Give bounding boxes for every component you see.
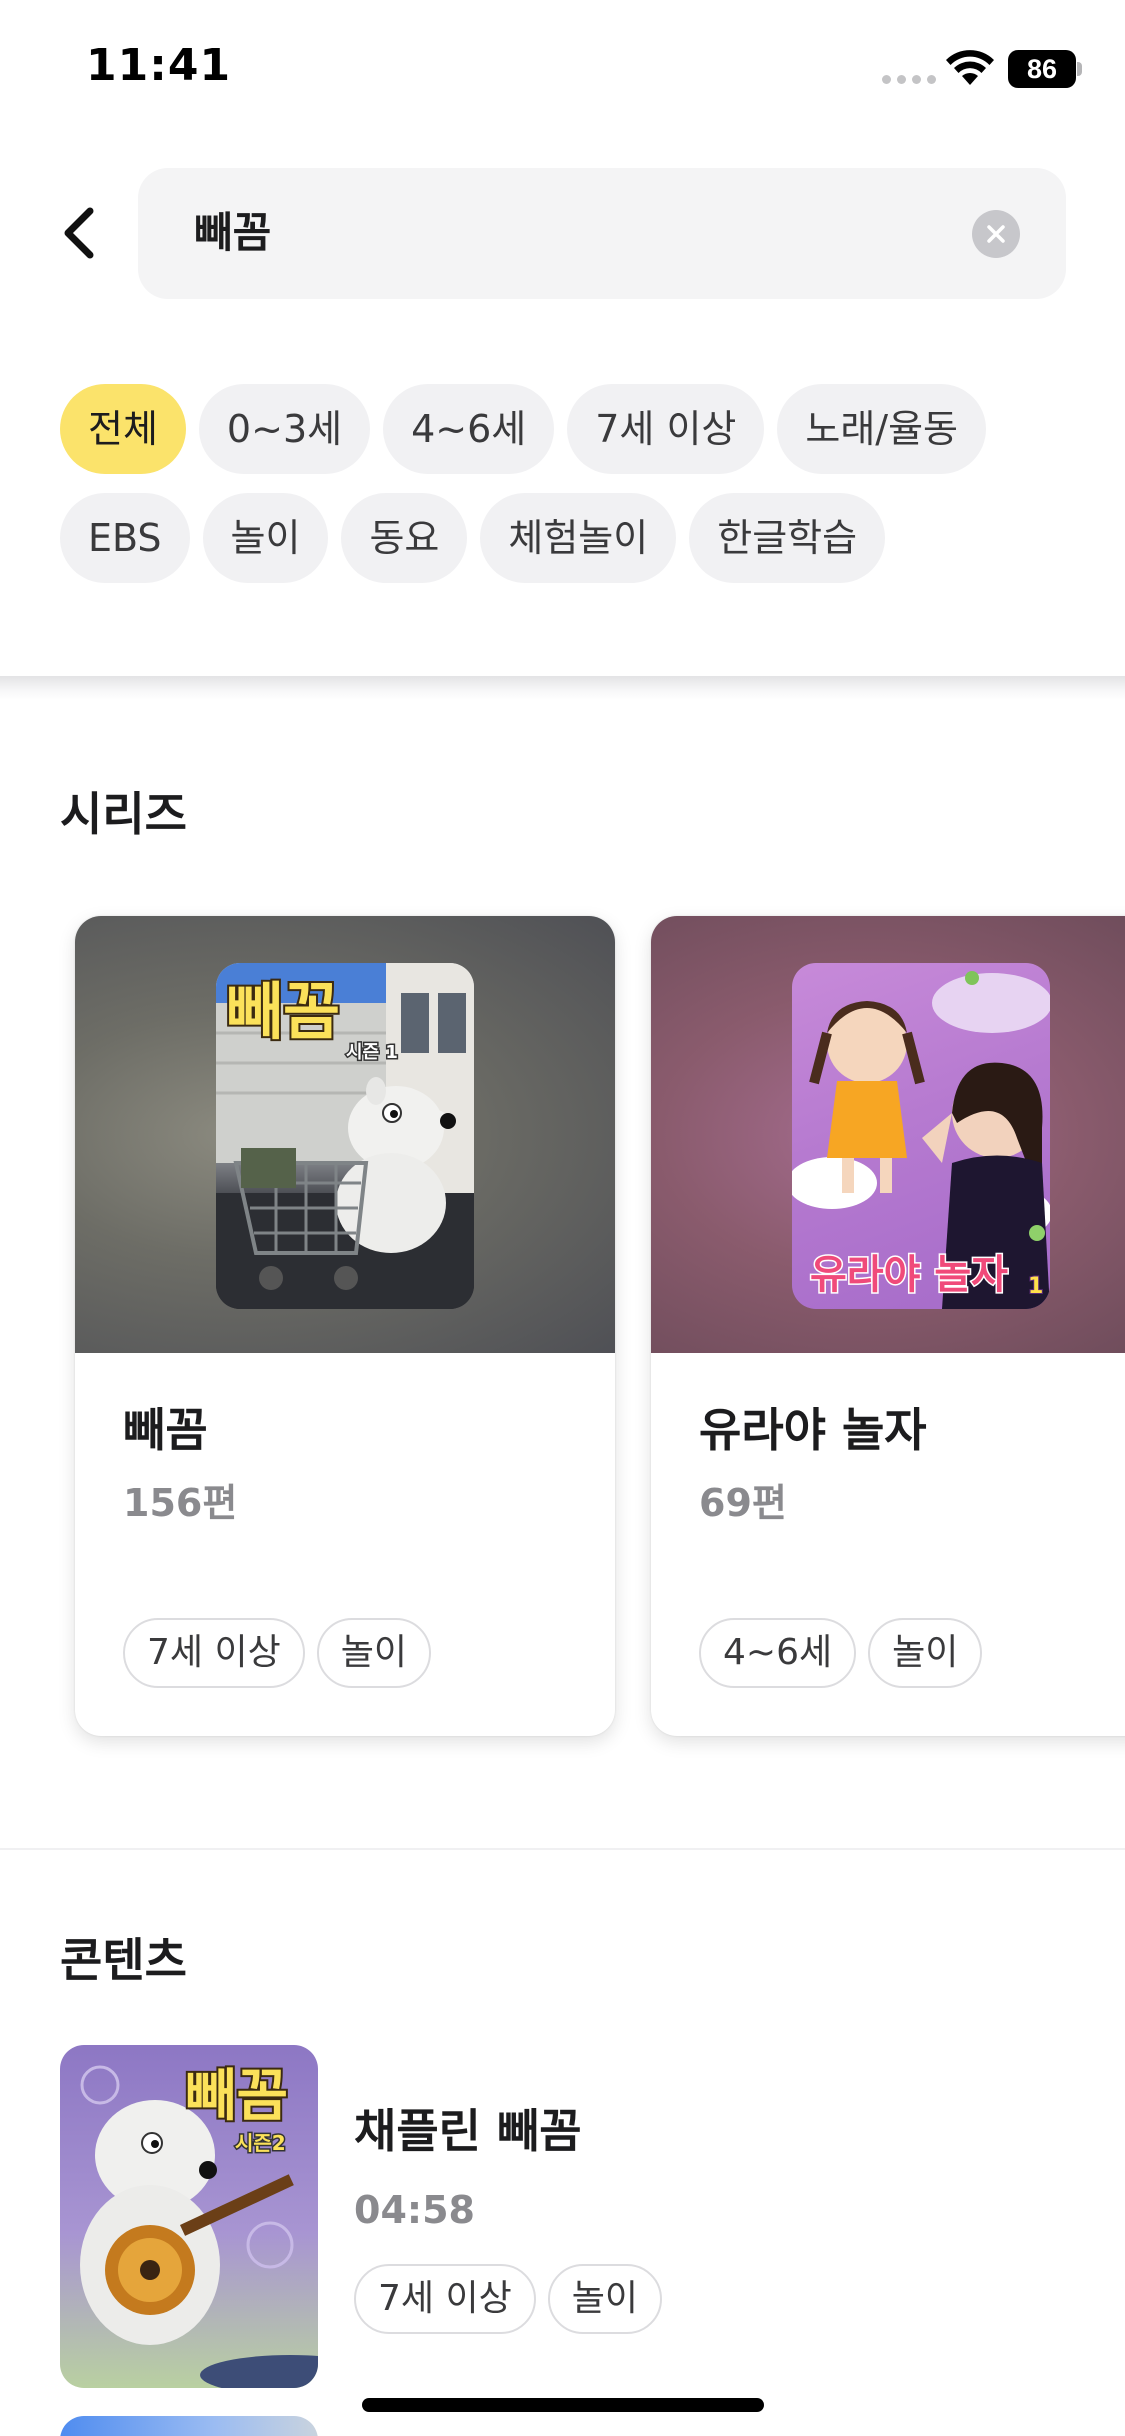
tag: 놀이: [868, 1618, 983, 1688]
battery-icon: 86: [1008, 50, 1082, 88]
bear-illustration: 빼꼼 시즌 1: [216, 963, 474, 1309]
content-title[interactable]: 채플린 빼꼼: [354, 2095, 582, 2161]
series-section-title: 시리즈: [60, 787, 187, 841]
home-indicator[interactable]: [362, 2398, 764, 2412]
section-divider: [0, 1848, 1125, 1850]
filter-chip-all[interactable]: 전체: [60, 384, 186, 474]
series-poster-image: 유라야 놀자 1: [792, 963, 1050, 1309]
poster-logo: 빼꼼: [226, 975, 340, 1048]
clear-search-button[interactable]: [972, 210, 1020, 258]
series-card-tags: 7세 이상 놀이: [123, 1618, 431, 1688]
series-card-hero: 빼꼼 시즌 1: [75, 916, 615, 1353]
poster-badge: 시즌2: [235, 2131, 286, 2155]
filter-chip-age-7-plus[interactable]: 7세 이상: [567, 384, 765, 474]
tag: 놀이: [316, 1618, 431, 1688]
contents-section-title: 콘텐츠: [60, 1933, 187, 1987]
cellular-signal-icon: [882, 75, 936, 84]
battery-level: 86: [1008, 50, 1076, 88]
search-bar: [138, 168, 1066, 299]
search-input[interactable]: [194, 200, 894, 266]
filter-chip-play[interactable]: 놀이: [202, 493, 329, 583]
bear-guitar-illustration: 빼꼼 시즌2: [80, 2062, 318, 2388]
poster-badge: 1: [1028, 1274, 1043, 1299]
series-card[interactable]: 유라야 놀자 1 유라야 놀자 69편 4~6세 놀이: [651, 916, 1125, 1736]
tag: 놀이: [547, 2264, 662, 2334]
wifi-icon: [946, 50, 994, 85]
filter-chip-hangul-learning[interactable]: 한글학습: [689, 493, 886, 583]
status-bar: 11:41 86: [0, 0, 1125, 140]
status-time: 11:41: [86, 40, 232, 91]
tag: 7세 이상: [123, 1618, 305, 1688]
poster-logo: 빼꼼: [185, 2064, 288, 2129]
filter-chip-nursery-rhyme[interactable]: 동요: [341, 493, 468, 583]
kids-illustration: 유라야 놀자 1: [792, 971, 1050, 1309]
chevron-left-icon: [64, 207, 94, 259]
filter-chip-experience-play[interactable]: 체험놀이: [480, 493, 677, 583]
series-card-title: 유라야 놀자: [699, 1403, 927, 1457]
clear-circle-icon: [987, 225, 1005, 243]
content-tags: 7세 이상 놀이: [354, 2264, 662, 2334]
filter-chip-row: EBS 놀이 동요 체험놀이 한글학습: [60, 493, 886, 583]
filter-chip-age-0-3[interactable]: 0~3세: [198, 384, 371, 474]
filter-chip-age-4-6[interactable]: 4~6세: [383, 384, 555, 474]
content-thumbnail[interactable]: 빼꼼 시즌2: [60, 2045, 318, 2388]
header-divider: [0, 676, 1125, 700]
search-results-screen: 11:41 86 전체 0~3세 4~6세 7세 이상 노래/율동: [0, 0, 1125, 2436]
series-card-episode-count: 69편: [699, 1481, 787, 1525]
series-poster-image: 빼꼼 시즌 1: [216, 963, 474, 1309]
content-duration: 04:58: [354, 2188, 475, 2232]
series-card-hero: 유라야 놀자 1: [651, 916, 1125, 1353]
series-card[interactable]: 빼꼼 시즌 1 빼꼼 156편 7세 이상 놀이: [75, 916, 615, 1736]
tag: 4~6세: [699, 1618, 857, 1688]
filter-chip-ebs[interactable]: EBS: [60, 493, 190, 583]
series-card-episode-count: 156편: [123, 1481, 238, 1525]
poster-badge: 시즌 1: [346, 1042, 398, 1063]
series-card-tags: 4~6세 놀이: [699, 1618, 983, 1688]
tag: 7세 이상: [354, 2264, 536, 2334]
series-card-title: 빼꼼: [123, 1403, 208, 1457]
back-button[interactable]: [48, 196, 108, 270]
filter-chip-row: 전체 0~3세 4~6세 7세 이상 노래/율동: [60, 384, 987, 474]
poster-logo: 유라야 놀자: [810, 1252, 1008, 1298]
filter-chip-song-dance[interactable]: 노래/율동: [777, 384, 987, 474]
content-thumbnail[interactable]: [60, 2416, 318, 2436]
